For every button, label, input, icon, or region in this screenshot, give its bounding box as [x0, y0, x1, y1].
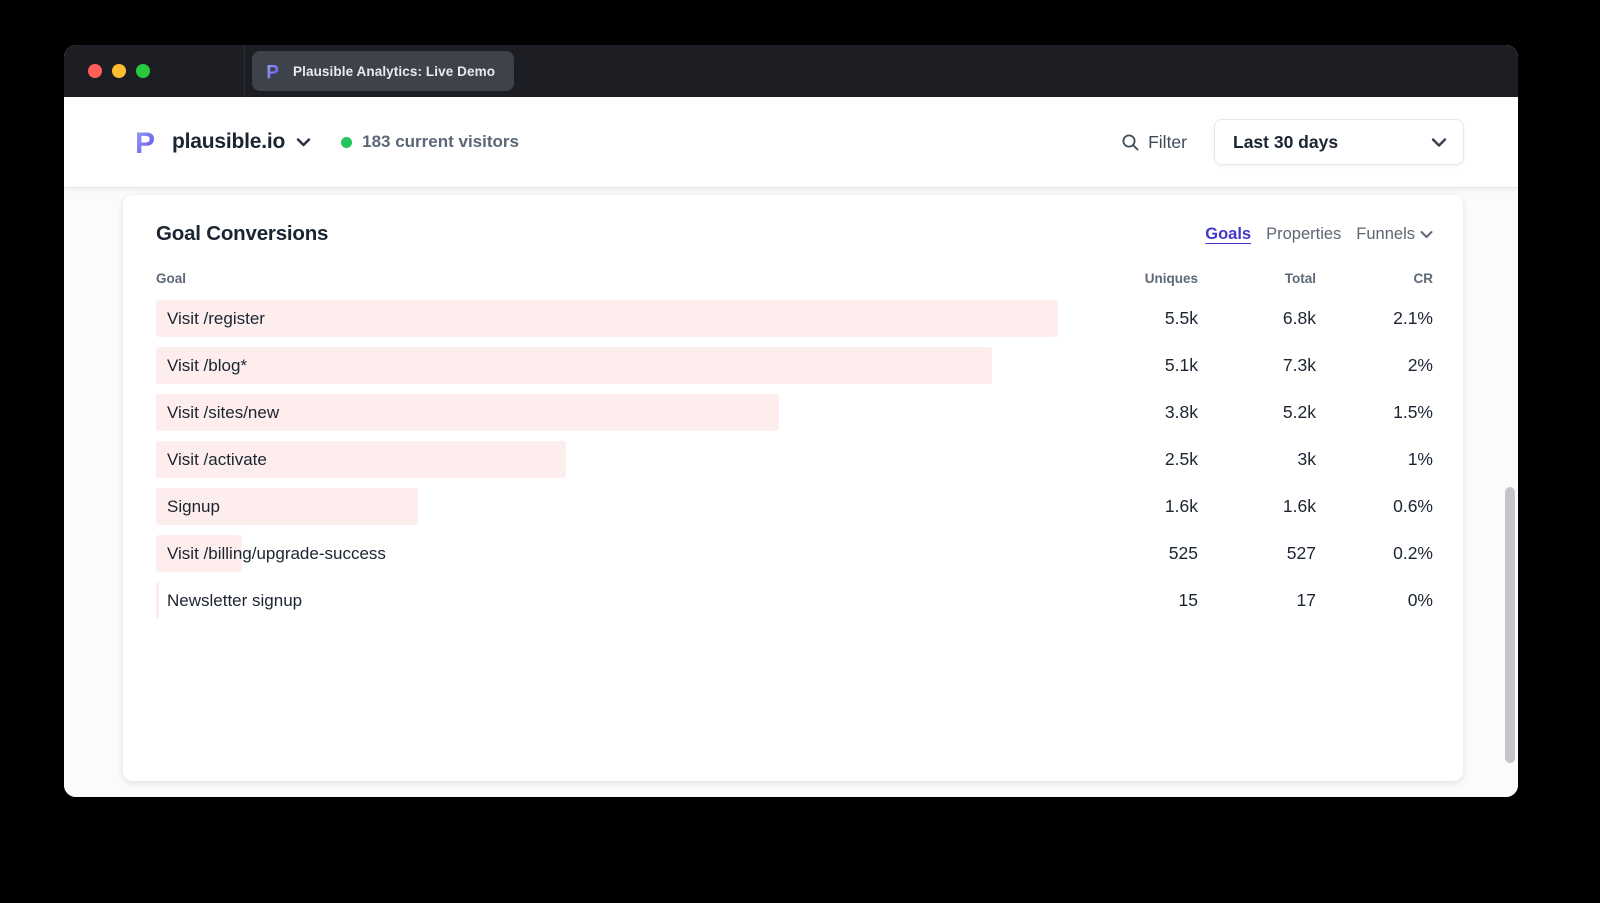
goal-label[interactable]: Visit /register: [156, 309, 1098, 329]
site-name: plausible.io: [172, 130, 285, 154]
goal-row[interactable]: Newsletter signup15170%: [156, 577, 1433, 624]
goal-row[interactable]: Signup1.6k1.6k0.6%: [156, 483, 1433, 530]
goal-metrics: 1.6k1.6k0.6%: [1098, 496, 1433, 517]
site-switcher[interactable]: P plausible.io: [135, 127, 311, 157]
goal-total-value: 1.6k: [1198, 496, 1316, 517]
goal-cr-value: 0.6%: [1316, 496, 1433, 517]
date-range-chevron-icon: [1431, 137, 1447, 148]
minimize-window-button[interactable]: [112, 64, 126, 78]
goal-metrics: 15170%: [1098, 590, 1433, 611]
goal-cr-value: 0%: [1316, 590, 1433, 611]
goal-row[interactable]: Visit /register5.5k6.8k2.1%: [156, 295, 1433, 342]
scrollbar-thumb[interactable]: [1505, 487, 1515, 763]
tab-funnels[interactable]: Funnels: [1356, 225, 1433, 244]
goal-uniques-value: 525: [1098, 543, 1198, 564]
browser-tab[interactable]: P Plausible Analytics: Live Demo: [252, 51, 514, 91]
column-header-cr: CR: [1316, 271, 1433, 286]
svg-text:P: P: [135, 127, 155, 157]
goal-uniques-value: 5.5k: [1098, 308, 1198, 329]
date-range-picker[interactable]: Last 30 days: [1214, 119, 1464, 165]
zoom-window-button[interactable]: [136, 64, 150, 78]
goal-total-value: 527: [1198, 543, 1316, 564]
goal-metrics: 5.5k6.8k2.1%: [1098, 308, 1433, 329]
column-header-goal: Goal: [156, 271, 1098, 286]
close-window-button[interactable]: [88, 64, 102, 78]
live-dot-icon: [341, 137, 352, 148]
column-header-uniques: Uniques: [1098, 271, 1198, 286]
site-switcher-chevron-icon: [296, 137, 311, 147]
goal-label[interactable]: Visit /billing/upgrade-success: [156, 544, 1098, 564]
browser-tab-title: Plausible Analytics: Live Demo: [293, 64, 495, 79]
search-icon: [1121, 133, 1140, 152]
goal-metrics: 2.5k3k1%: [1098, 449, 1433, 470]
tab-properties[interactable]: Properties: [1266, 225, 1341, 244]
goal-cr-value: 1.5%: [1316, 402, 1433, 423]
goal-metrics: 3.8k5.2k1.5%: [1098, 402, 1433, 423]
goal-cr-value: 0.2%: [1316, 543, 1433, 564]
goal-label[interactable]: Visit /sites/new: [156, 403, 1098, 423]
goal-label[interactable]: Signup: [156, 497, 1098, 517]
goal-metrics: 5255270.2%: [1098, 543, 1433, 564]
site-header: P plausible.io 183 current visitors Filt…: [64, 97, 1518, 188]
plausible-logo-icon: P: [135, 127, 161, 157]
filter-button[interactable]: Filter: [1121, 132, 1187, 153]
current-visitors[interactable]: 183 current visitors: [341, 132, 519, 152]
card-title: Goal Conversions: [156, 222, 328, 246]
table-header-row: Goal Uniques Total CR: [156, 271, 1433, 286]
goal-label[interactable]: Visit /activate: [156, 450, 1098, 470]
funnels-chevron-icon: [1420, 230, 1433, 239]
goal-total-value: 3k: [1198, 449, 1316, 470]
date-range-label: Last 30 days: [1233, 132, 1338, 153]
current-visitors-label: 183 current visitors: [362, 132, 519, 152]
goal-label[interactable]: Visit /blog*: [156, 356, 1098, 376]
tab-goals[interactable]: Goals: [1205, 225, 1251, 244]
browser-window: P Plausible Analytics: Live Demo P plaus…: [64, 45, 1518, 797]
goal-total-value: 6.8k: [1198, 308, 1316, 329]
tab-funnels-label: Funnels: [1356, 225, 1415, 244]
svg-text:P: P: [266, 62, 279, 81]
header-right: Filter Last 30 days: [1121, 119, 1464, 165]
goal-row[interactable]: Visit /blog*5.1k7.3k2%: [156, 342, 1433, 389]
goal-uniques-value: 3.8k: [1098, 402, 1198, 423]
goal-uniques-value: 2.5k: [1098, 449, 1198, 470]
titlebar-divider: [244, 45, 245, 97]
goal-cr-value: 2%: [1316, 355, 1433, 376]
plausible-favicon-icon: P: [266, 62, 283, 81]
goal-total-value: 5.2k: [1198, 402, 1316, 423]
traffic-lights: [64, 64, 244, 78]
goal-total-value: 17: [1198, 590, 1316, 611]
goals-table-rows: Visit /register5.5k6.8k2.1%Visit /blog*5…: [156, 295, 1433, 624]
goal-uniques-value: 1.6k: [1098, 496, 1198, 517]
filter-label: Filter: [1148, 132, 1187, 153]
goal-conversions-card: Goal Conversions Goals Properties Funnel…: [123, 195, 1463, 781]
goal-uniques-value: 15: [1098, 590, 1198, 611]
column-header-total: Total: [1198, 271, 1316, 286]
goal-metrics: 5.1k7.3k2%: [1098, 355, 1433, 376]
goal-label[interactable]: Newsletter signup: [156, 591, 1098, 611]
goal-uniques-value: 5.1k: [1098, 355, 1198, 376]
card-tabs: Goals Properties Funnels: [1205, 225, 1433, 244]
goal-cr-value: 2.1%: [1316, 308, 1433, 329]
dashboard-page: Goal Conversions Goals Properties Funnel…: [64, 188, 1518, 797]
goal-row[interactable]: Visit /billing/upgrade-success5255270.2%: [156, 530, 1433, 577]
goal-row[interactable]: Visit /sites/new3.8k5.2k1.5%: [156, 389, 1433, 436]
goal-total-value: 7.3k: [1198, 355, 1316, 376]
goal-cr-value: 1%: [1316, 449, 1433, 470]
goal-row[interactable]: Visit /activate2.5k3k1%: [156, 436, 1433, 483]
browser-titlebar: P Plausible Analytics: Live Demo: [64, 45, 1518, 97]
